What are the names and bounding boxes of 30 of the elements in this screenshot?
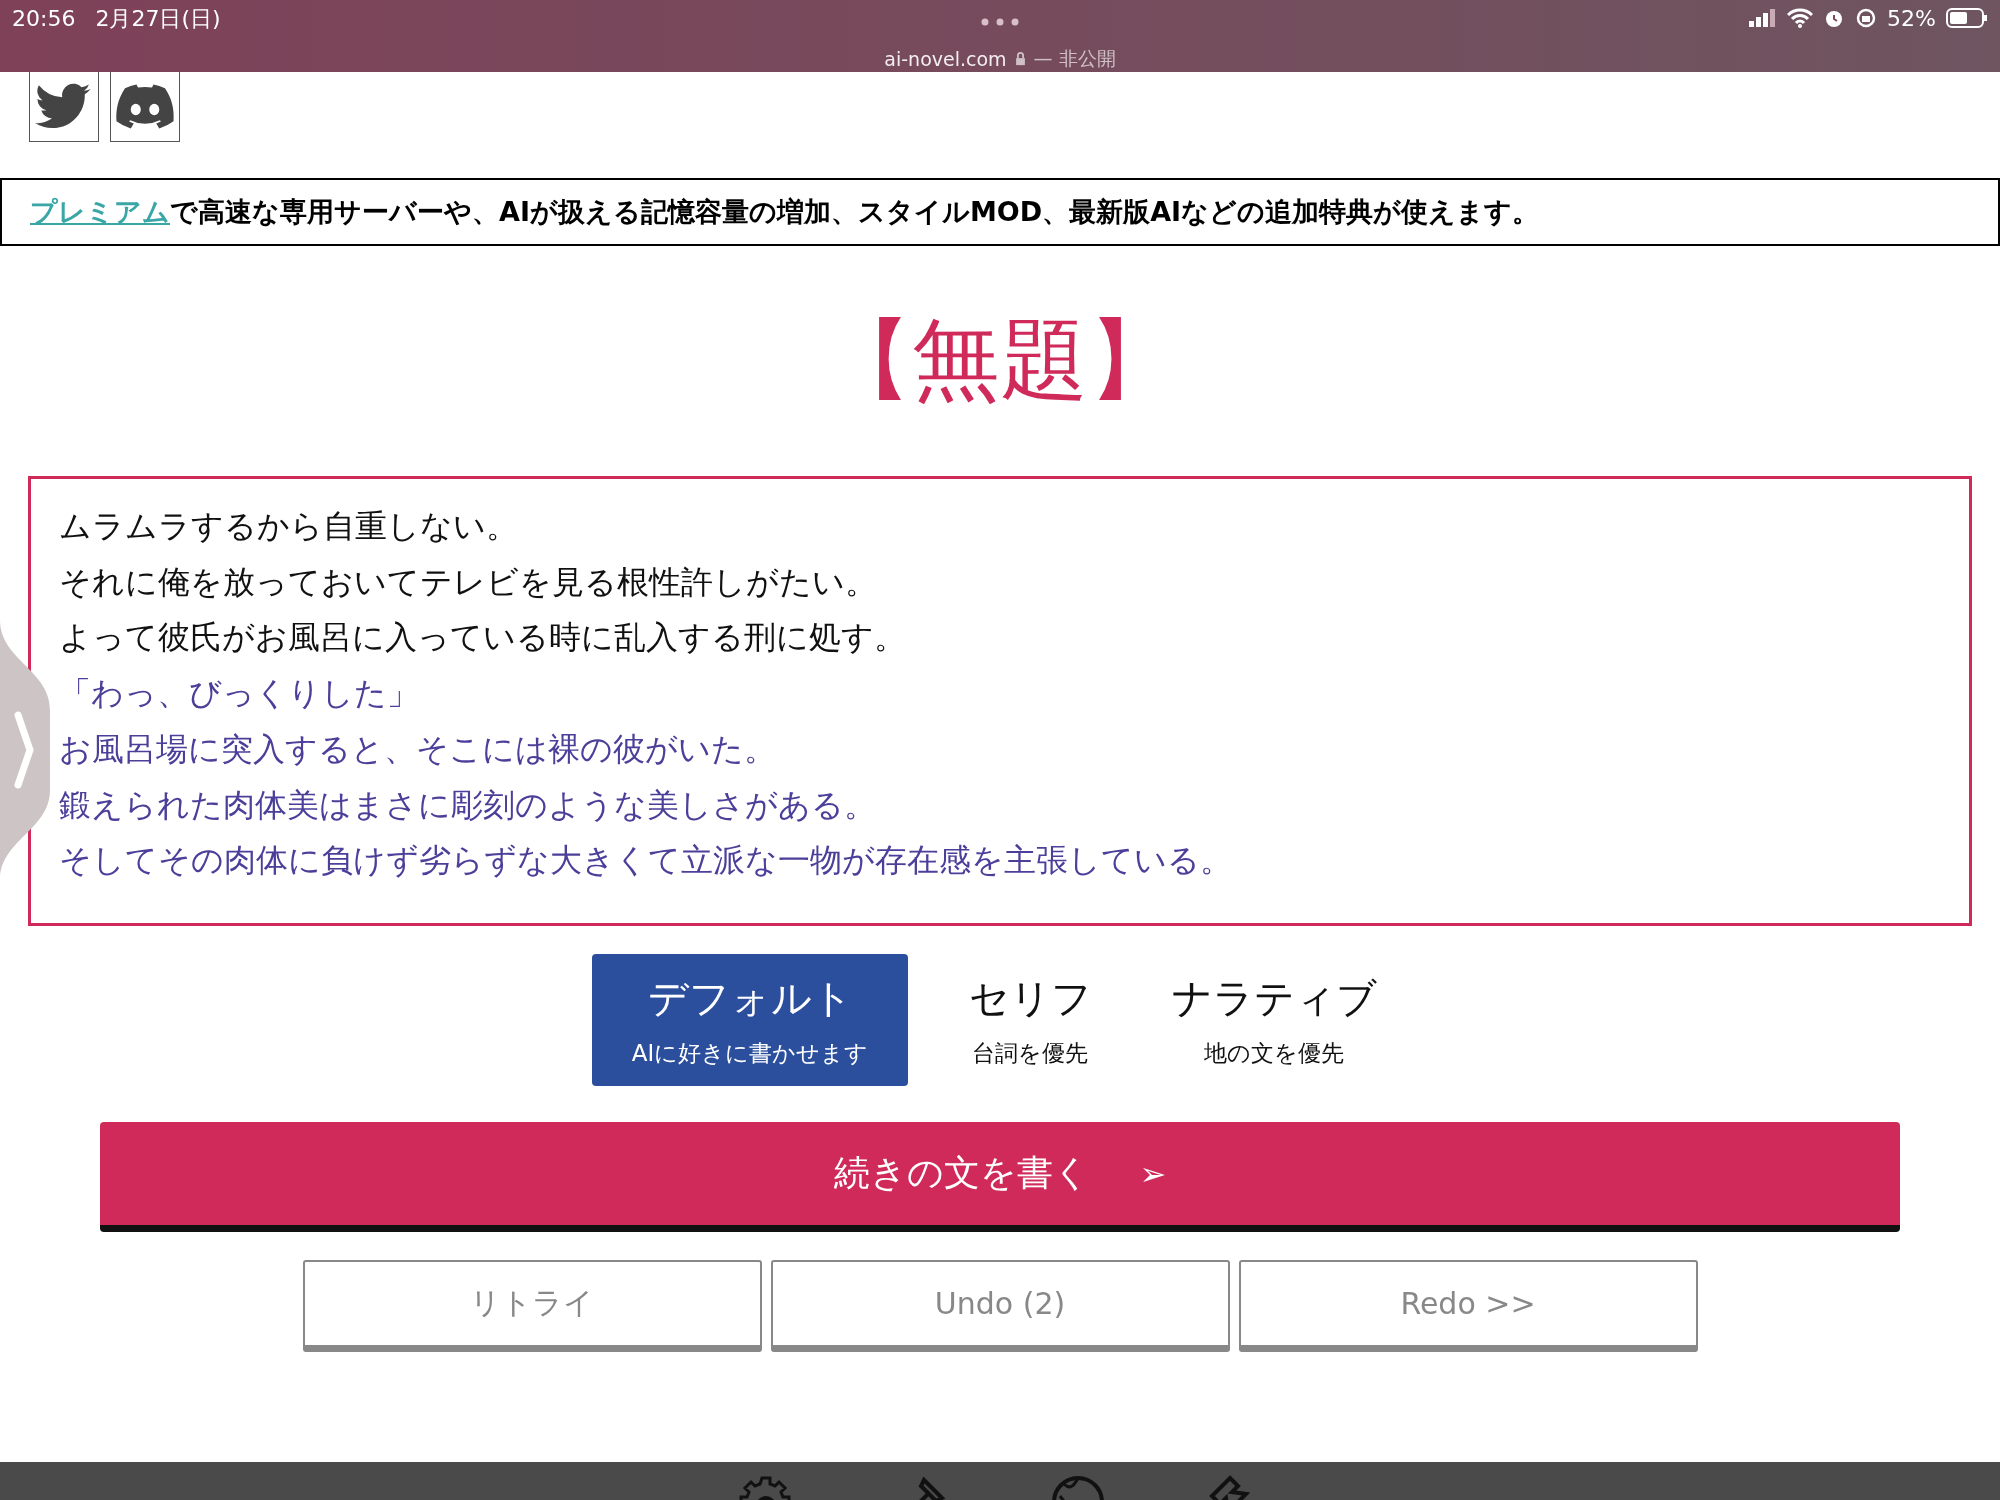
story-title: 【無題】 (823, 307, 1177, 413)
gamepad-icon (115, 83, 175, 130)
bird-link[interactable] (29, 72, 99, 142)
date: 2月27日(日) (95, 6, 221, 32)
mode-tab[interactable]: セリフ 台詞を優先 (908, 954, 1152, 1086)
battery-icon (1946, 8, 1988, 28)
lock-icon (1014, 52, 1026, 66)
story-line: ムラムラするから自重しない。 (59, 506, 519, 547)
mode-tab[interactable]: デフォルト AIに好きに書かせます (592, 954, 908, 1086)
gamepad-link[interactable] (110, 72, 180, 142)
story-line: そしてその肉体に負けず劣らずな大きくて立派な一物が存在感を主張している。 (59, 840, 1233, 882)
privacy-label: — 非公開 (1033, 46, 1116, 71)
mode-tab[interactable]: ナラティブ 地の文を優先 (1152, 954, 1396, 1086)
banner-text: プレミアムで高速な専用サーバーや、AIが扱える記憶容量の増加、スタイルMOD、最新版AIなどの追加特典が使えます。 (30, 195, 1540, 229)
battery-percentage: 52% (1887, 5, 1936, 31)
url-text[interactable]: ai-novel.com (884, 48, 1007, 70)
story-line: 鍛えられた肉体美はまさに彫刻のような美しさがある。 (59, 784, 877, 826)
signal-icon (1749, 9, 1778, 27)
story-text-box[interactable]: ムラムラするから自重しない。 それに俺を放っておいてテレビを見る根性許しがたい。 よって彼氏がお風呂に入っている時に乱入する刑に処す。 「わっ、びっくりした」 お風呂場に突入すると、そこには裸の彼がいた。 鍛えられた肉体美はまさに彫刻のような美しさがある。 そしてその肉体に負けず劣らずな大きくて立派な一物が存在感を主張している。 (28, 476, 1972, 926)
story-line: よって彼氏がお風呂に入っている時に乱入する刑に処す。 (59, 617, 907, 659)
story-line: お風呂場に突入すると、そこには裸の彼がいた。 (59, 728, 777, 770)
write-continuation-button[interactable]: 続きの文を書く ➢ (100, 1122, 1900, 1232)
clock-time: 20:56 (12, 6, 76, 32)
action-button[interactable]: Undo (2) (770, 1260, 1230, 1352)
action-button[interactable]: Redo >> (1238, 1260, 1698, 1352)
action-button[interactable]: リトライ (302, 1260, 762, 1352)
story-line: 「わっ、びっくりした」 (59, 673, 420, 715)
more-dots-icon (980, 18, 1020, 26)
story-line: それに俺を放っておいてテレビを見る根性許しがたい。 (59, 561, 878, 603)
wifi-icon (1787, 8, 1814, 28)
